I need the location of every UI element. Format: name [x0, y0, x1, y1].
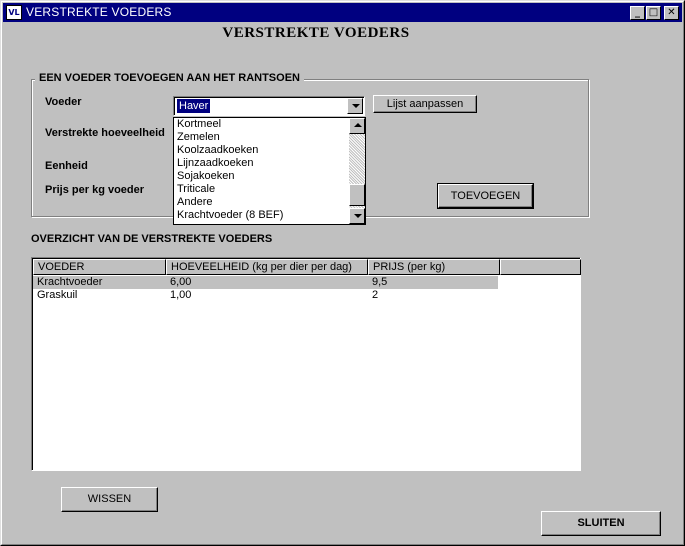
voeder-label: Voeder [45, 96, 82, 108]
dropdown-item[interactable]: Krachtvoeder (8 BEF) [174, 209, 349, 222]
voeder-dropdown-list[interactable]: Kortmeel Zemelen Koolzaadkoeken Lijnzaad… [173, 117, 366, 225]
cell-prijs: 2 [372, 289, 379, 301]
column-header-voeder[interactable]: VOEDER [33, 259, 166, 275]
dropdown-scrollbar[interactable] [349, 118, 365, 224]
lijst-aanpassen-button[interactable]: Lijst aanpassen [373, 95, 477, 113]
column-header-prijs[interactable]: PRIJS (per kg) [368, 259, 500, 275]
eenheid-label: Eenheid [45, 160, 88, 172]
chevron-down-icon [354, 214, 362, 218]
scroll-up-button[interactable] [349, 118, 365, 134]
voeder-combobox-dropdown-button[interactable] [347, 98, 363, 114]
dropdown-item[interactable]: Sojakoeken [174, 170, 349, 183]
toevoegen-button[interactable]: TOEVOEGEN [437, 183, 534, 209]
main-window: VL VERSTREKTE VOEDERS _ □ ✕ VERSTREKTE V… [0, 0, 685, 546]
table-row[interactable]: Krachtvoeder 6,00 9,5 [33, 276, 498, 289]
cell-hoeveelheid: 6,00 [170, 276, 192, 288]
column-header-hoeveelheid[interactable]: HOEVEELHEID (kg per dier per dag) [166, 259, 368, 275]
dropdown-item[interactable]: Lijnzaadkoeken [174, 157, 349, 170]
add-feed-group-legend: EEN VOEDER TOEVOEGEN AAN HET RANTSOEN [35, 72, 304, 84]
app-icon[interactable]: VL [6, 5, 22, 20]
maximize-button[interactable]: □ [646, 6, 661, 20]
title-bar[interactable]: VL VERSTREKTE VOEDERS _ □ ✕ [3, 3, 682, 22]
cell-hoeveelheid: 1,00 [170, 289, 192, 301]
feed-list-view[interactable]: VOEDER HOEVEELHEID (kg per dier per dag)… [31, 257, 581, 471]
dropdown-item[interactable]: Andere [174, 196, 349, 209]
wissen-button[interactable]: WISSEN [61, 487, 158, 512]
table-row[interactable]: Graskuil 1,00 2 [33, 289, 498, 302]
sluiten-button[interactable]: SLUITEN [541, 511, 661, 536]
close-button[interactable]: ✕ [664, 6, 679, 20]
dropdown-item[interactable]: Zemelen [174, 131, 349, 144]
list-header: VOEDER HOEVEELHEID (kg per dier per dag)… [33, 259, 581, 275]
window-title: VERSTREKTE VOEDERS [26, 5, 172, 19]
voeder-combobox[interactable]: Haver [173, 96, 365, 116]
cell-prijs: 9,5 [372, 276, 388, 288]
dropdown-item[interactable]: Kortmeel [174, 118, 349, 131]
dropdown-item[interactable]: Triticale [174, 183, 349, 196]
scroll-thumb[interactable] [349, 184, 365, 206]
prijs-label: Prijs per kg voeder [45, 184, 145, 196]
cell-voeder: Krachtvoeder [37, 276, 103, 288]
overview-title: OVERZICHT VAN DE VERSTREKTE VOEDERS [31, 233, 273, 245]
dropdown-item[interactable]: Koolzaadkoeken [174, 144, 349, 157]
minimize-button[interactable]: _ [630, 6, 645, 20]
column-header-empty[interactable] [500, 259, 581, 275]
voeder-combobox-value: Haver [177, 99, 211, 113]
hoeveelheid-label: Verstrekte hoeveelheid [45, 127, 165, 139]
chevron-up-icon [354, 123, 362, 127]
scroll-down-button[interactable] [349, 208, 365, 224]
chevron-down-icon [352, 104, 360, 108]
page-title: VERSTREKTE VOEDERS [222, 25, 410, 41]
cell-voeder: Graskuil [37, 289, 78, 301]
